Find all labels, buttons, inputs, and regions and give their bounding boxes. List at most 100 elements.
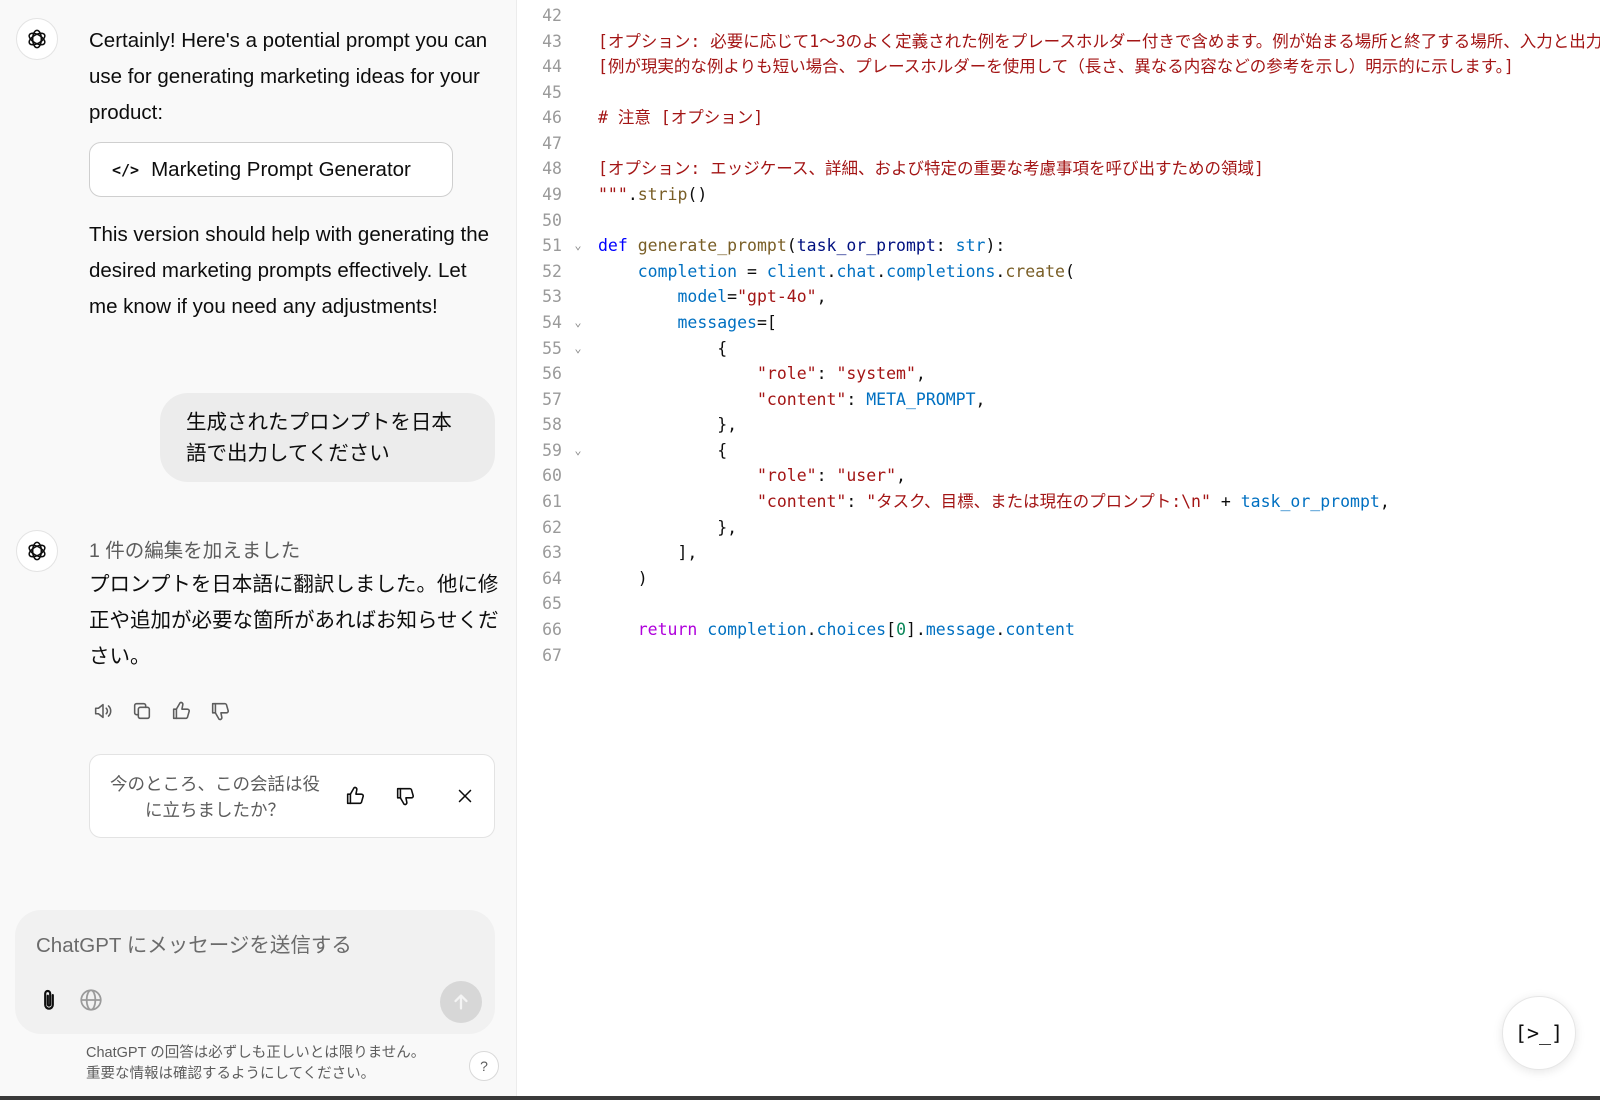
code-token: "role": [756, 364, 817, 384]
globe-icon: [80, 989, 102, 1011]
code-line[interactable]: 48 [オプション: エッジケース、詳細、および特定の重要な考慮事項を呼び出すため…: [518, 156, 1600, 181]
code-line[interactable]: 65: [518, 591, 1600, 616]
code-token: ,: [975, 389, 986, 409]
code-token: },: [598, 415, 738, 435]
code-line[interactable]: 50: [518, 208, 1600, 233]
code-line[interactable]: 57 "content": META_PROMPT,: [518, 387, 1600, 412]
code-line[interactable]: 42: [518, 3, 1600, 28]
code-line[interactable]: 67: [518, 643, 1600, 668]
code-token: META_PROMPT: [866, 389, 976, 409]
code-line[interactable]: 59 ⌄ {: [518, 438, 1600, 463]
code-token: "gpt-4o": [737, 287, 817, 307]
code-content: def generate_prompt(task_or_prompt: str)…: [598, 233, 1005, 258]
code-token: ,: [816, 287, 827, 307]
send-button[interactable]: [440, 981, 482, 1023]
code-line[interactable]: 46 # 注意 [オプション]: [518, 105, 1600, 130]
canvas-document-chip[interactable]: </> Marketing Prompt Generator: [89, 142, 453, 197]
line-number: 63: [542, 543, 562, 563]
code-editor[interactable]: 42 43 [オプション: 必要に応じて1〜3のよく定義された例をプレースホルダー付…: [518, 0, 1600, 1098]
close-icon: [458, 789, 472, 803]
code-token: ,: [915, 364, 926, 384]
copy-button[interactable]: [128, 697, 156, 725]
code-token: "content": [756, 389, 847, 409]
code-token: model: [677, 287, 728, 307]
help-button[interactable]: ?: [469, 1051, 499, 1081]
code-token: .: [995, 261, 1006, 281]
code-content: {: [598, 438, 727, 463]
code-line[interactable]: 43 [オプション: 必要に応じて1〜3のよく定義された例をプレースホルダー付きで…: [518, 29, 1600, 54]
line-number: 50: [542, 210, 562, 230]
code-line[interactable]: 62 },: [518, 515, 1600, 540]
line-number: 55: [542, 338, 562, 358]
message-input[interactable]: [36, 928, 476, 964]
run-code-button[interactable]: [>_]: [1502, 996, 1576, 1070]
feedback-close-button[interactable]: [450, 781, 480, 811]
code-token: client: [766, 261, 827, 281]
openai-logo-icon: [28, 541, 46, 561]
line-number: 62: [542, 517, 562, 537]
read-aloud-button[interactable]: [89, 697, 117, 725]
fold-chevron-icon[interactable]: ⌄: [570, 310, 586, 335]
line-number: 58: [542, 415, 562, 435]
attach-button[interactable]: [31, 982, 67, 1018]
feedback-thumbs-down-button[interactable]: [390, 781, 420, 811]
code-token: # 注意 [オプション]: [598, 108, 764, 128]
fold-chevron-icon[interactable]: ⌄: [570, 233, 586, 258]
code-line[interactable]: 54 ⌄ messages=[: [518, 310, 1600, 335]
code-line[interactable]: 58 },: [518, 412, 1600, 437]
line-number: 53: [542, 287, 562, 307]
line-number: 61: [542, 492, 562, 512]
code-content: "role": "user",: [598, 463, 906, 488]
good-response-button[interactable]: [167, 697, 195, 725]
code-line[interactable]: 55 ⌄ {: [518, 336, 1600, 361]
feedback-thumbs-up-button[interactable]: [340, 781, 370, 811]
line-number: 44: [542, 57, 562, 77]
code-line[interactable]: 53 model="gpt-4o",: [518, 284, 1600, 309]
openai-logo-icon: [28, 29, 46, 49]
code-line[interactable]: 49 """.strip(): [518, 182, 1600, 207]
line-number: 67: [542, 645, 562, 665]
code-token: ,: [896, 466, 906, 486]
code-token: """: [598, 185, 628, 205]
code-line[interactable]: 52 completion = client.chat.completions.…: [518, 259, 1600, 284]
code-line[interactable]: 56 "role": "system",: [518, 361, 1600, 386]
code-line[interactable]: 44 [例が現実的な例よりも短い場合、プレースホルダーを使用して（長さ、異なる内容…: [518, 54, 1600, 79]
code-token: messages: [677, 312, 757, 332]
code-line[interactable]: 64 ): [518, 566, 1600, 591]
line-number: 60: [542, 466, 562, 486]
code-token: ].: [906, 619, 926, 639]
code-line[interactable]: 66 return completion.choices[0].message.…: [518, 617, 1600, 642]
fold-chevron-icon[interactable]: ⌄: [570, 336, 586, 361]
code-line[interactable]: 51 ⌄ def generate_prompt(task_or_prompt: s…: [518, 233, 1600, 258]
edit-note[interactable]: 1 件の編集を加えました: [89, 534, 300, 563]
code-token: create: [1005, 261, 1065, 281]
thumbs-down-icon: [211, 702, 230, 721]
code-token: task_or_prompt: [796, 236, 936, 256]
thumbs-up-icon: [346, 786, 365, 805]
code-token: completion: [637, 261, 738, 281]
code-line[interactable]: 63 ],: [518, 540, 1600, 565]
code-line[interactable]: 45: [518, 80, 1600, 105]
code-token: choices: [816, 619, 887, 639]
code-token: content: [1005, 619, 1075, 639]
bad-response-button[interactable]: [206, 697, 234, 725]
fold-chevron-icon[interactable]: ⌄: [570, 438, 586, 463]
code-content: [オプション: 必要に応じて1〜3のよく定義された例をプレースホルダー付きで含め…: [598, 29, 1600, 54]
code-line[interactable]: 60 "role": "user",: [518, 463, 1600, 488]
code-token: {: [598, 338, 728, 358]
line-number: 49: [542, 185, 562, 205]
code-token: ],: [598, 543, 698, 563]
code-line[interactable]: 61 "content": "タスク、目標、または現在のプロンプト:\n" + …: [518, 489, 1600, 514]
web-search-button[interactable]: [73, 982, 109, 1018]
line-number: 46: [542, 108, 562, 128]
assistant-avatar: [16, 18, 58, 60]
code-line[interactable]: 47: [518, 131, 1600, 156]
assistant-message-text: プロンプトを日本語に翻訳しました。他に修正や追加が必要な箇所があればお知らせくだ…: [89, 573, 499, 668]
code-token: .: [806, 619, 817, 639]
code-token: +: [1210, 492, 1241, 512]
line-number: 43: [542, 31, 562, 51]
code-token: .: [826, 261, 837, 281]
